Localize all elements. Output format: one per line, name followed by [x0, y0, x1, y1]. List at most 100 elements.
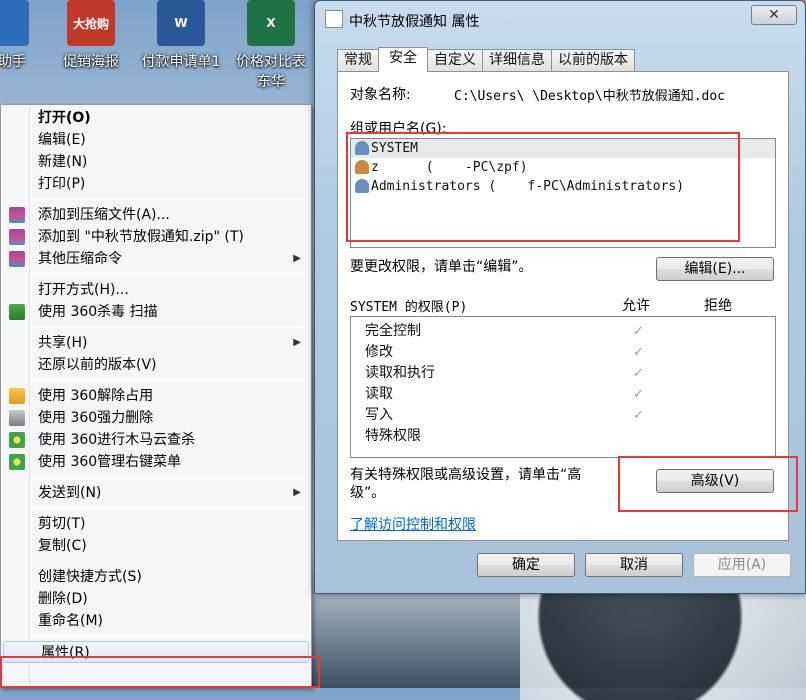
title-bar[interactable]: 中秋节放假通知 属性 ✕ — [315, 1, 805, 39]
cancel-button[interactable]: 取消 — [585, 553, 683, 577]
tab[interactable]: 安全 — [378, 47, 428, 72]
menu-item-label: 打开方式(H)... — [38, 282, 129, 298]
permission-row: 完全控制 ✓ — [365, 321, 785, 342]
menu-item-label: 删除(D) — [38, 591, 88, 607]
menu-item[interactable]: 使用 360解除占用 — [1, 385, 311, 407]
menu-item[interactable]: 重命名(M) — [1, 610, 311, 632]
tab[interactable]: 详细信息 — [482, 49, 552, 71]
desktop-icon-label: 价格对比表 东华 — [236, 54, 306, 90]
menu-item[interactable]: 复制(C) — [1, 535, 311, 557]
user-group-icon — [355, 160, 369, 174]
menu-item[interactable]: 打印(P) — [1, 173, 311, 195]
unlock-icon — [9, 388, 25, 404]
menu-item[interactable]: 发送到(N) ▶ — [1, 482, 311, 504]
advanced-button[interactable]: 高级(V) — [656, 469, 774, 493]
file-icon — [0, 0, 29, 46]
menu-item-label: 打开(O) — [38, 110, 91, 126]
winrar-icon — [9, 229, 25, 245]
user-name: SYSTEM — [371, 141, 418, 156]
permission-list[interactable]: 完全控制 ✓ 修改 ✓ 读取和执行 ✓ 读取 ✓ 写入 ✓ 特殊权限 — [350, 316, 776, 458]
tab[interactable]: 以前的版本 — [551, 49, 635, 71]
permission-name: 读取 — [365, 386, 393, 402]
allow-check-icon: ✓ — [633, 345, 644, 360]
object-name-value: C:\Users\ \Desktop\中秋节放假通知.doc — [454, 89, 726, 104]
menu-item-label: 使用 360杀毒 扫描 — [38, 304, 158, 320]
permission-row: 读取 ✓ — [365, 384, 785, 405]
menu-item-label: 新建(N) — [38, 154, 88, 170]
document-icon — [325, 10, 343, 28]
allow-check-icon: ✓ — [633, 366, 644, 381]
edit-button[interactable]: 编辑(E)... — [656, 257, 774, 281]
menu-item-label: 打印(P) — [38, 176, 86, 192]
menu-item[interactable]: 打开方式(H)... — [1, 279, 311, 301]
menu-item[interactable]: 打开(O) — [1, 107, 311, 129]
group-label: 组或用户名(G): — [350, 121, 447, 137]
menu-item-label: 使用 360管理右键菜单 — [38, 454, 182, 470]
user-list-item[interactable]: z ( -PC\zpf) — [351, 158, 775, 177]
user-group-icon — [355, 179, 369, 193]
user-list-item[interactable]: Administrators ( f-PC\Administrators) — [351, 177, 775, 196]
desktop-icon-label: 付款申请单1 — [141, 54, 221, 70]
menu-item[interactable]: 添加到压缩文件(A)... — [1, 204, 311, 226]
menu-item-label: 复制(C) — [38, 538, 87, 554]
menu-item[interactable]: 剪切(T) — [1, 513, 311, 535]
permission-name: 写入 — [365, 407, 393, 423]
submenu-arrow-icon: ▶ — [293, 253, 301, 264]
menu-separator — [31, 199, 309, 200]
desktop-icon-label: 促销海报 — [63, 54, 119, 70]
menu-separator — [31, 561, 309, 562]
allow-check-icon: ✓ — [633, 408, 644, 423]
close-button[interactable]: ✕ — [751, 5, 797, 25]
desktop-icon[interactable]: 大抢购 促销海报 — [46, 0, 136, 72]
tab[interactable]: 常规 — [337, 49, 379, 71]
permissions-header: SYSTEM 的权限(P) — [350, 300, 468, 315]
menu-item[interactable]: 新建(N) — [1, 151, 311, 173]
menu-item[interactable]: 其他压缩命令 ▶ — [1, 248, 311, 270]
menu-item[interactable]: 共享(H) ▶ — [1, 332, 311, 354]
menu-item[interactable]: 使用 360管理右键菜单 — [1, 451, 311, 473]
permission-name: 读取和执行 — [365, 365, 435, 381]
context-menu: 打开(O) 编辑(E) 新建(N) 打印(P) 添加到压缩文件(A)... 添加到 "中秋… — [0, 104, 312, 688]
menu-item[interactable]: 添加到 "中秋节放假通知.zip" (T) — [1, 226, 311, 248]
file-icon: X — [247, 0, 295, 46]
tab[interactable]: 自定义 — [427, 49, 483, 71]
menu-item[interactable]: 创建快捷方式(S) — [1, 566, 311, 588]
permission-row: 修改 ✓ — [365, 342, 785, 363]
menu-separator — [31, 477, 309, 478]
menu-item[interactable]: 使用 360强力删除 — [1, 407, 311, 429]
desktop-icon[interactable]: X 价格对比表 东华 — [226, 0, 316, 92]
allow-check-icon: ✓ — [633, 387, 644, 402]
desktop-icon[interactable]: W 付款申请单1 — [136, 0, 226, 72]
permission-name: 完全控制 — [365, 323, 421, 339]
menu-item[interactable]: 使用 360进行木马云查杀 — [1, 429, 311, 451]
allow-header: 允许 — [622, 298, 650, 314]
menu-item[interactable]: 编辑(E) — [1, 129, 311, 151]
shield-icon — [9, 304, 25, 320]
menu-item[interactable]: 还原以前的版本(V) — [1, 354, 311, 376]
user-list-item[interactable]: SYSTEM — [351, 139, 775, 158]
apply-button[interactable]: 应用(A) — [693, 553, 791, 577]
advanced-hint: 有关特殊权限或高级设置，请单击“高级”。 — [350, 467, 582, 501]
menu-item-label: 还原以前的版本(V) — [38, 357, 157, 373]
menu-item[interactable]: 属性(R) — [3, 641, 309, 663]
learn-access-control-link[interactable]: 了解访问控制和权限 — [350, 514, 476, 534]
menu-items: 打开(O) 编辑(E) 新建(N) 打印(P) 添加到压缩文件(A)... 添加到 "中秋… — [1, 107, 311, 663]
user-list[interactable]: SYSTEM z ( -PC\zpf) Administrators ( f-PC\… — [350, 138, 776, 248]
menu-item-label: 发送到(N) — [38, 485, 102, 501]
menu-item[interactable]: 使用 360杀毒 扫描 — [1, 301, 311, 323]
menu-item-label: 创建快捷方式(S) — [38, 569, 142, 585]
ok-button[interactable]: 确定 — [477, 553, 575, 577]
menu-item-label: 使用 360进行木马云查杀 — [38, 432, 196, 448]
desktop-icon[interactable]: 跟助手 — [0, 0, 50, 72]
deny-header: 拒绝 — [704, 298, 732, 314]
winrar-icon — [9, 207, 25, 223]
file-icon: 大抢购 — [67, 0, 115, 46]
menu-separator — [31, 636, 309, 637]
permission-name: 特殊权限 — [365, 428, 421, 444]
permission-name: 修改 — [365, 344, 393, 360]
menu-item[interactable]: 删除(D) — [1, 588, 311, 610]
submenu-arrow-icon: ▶ — [293, 337, 301, 348]
user-group-icon — [355, 141, 369, 155]
permission-row: 写入 ✓ — [365, 405, 785, 426]
permission-row: 特殊权限 — [365, 426, 785, 447]
